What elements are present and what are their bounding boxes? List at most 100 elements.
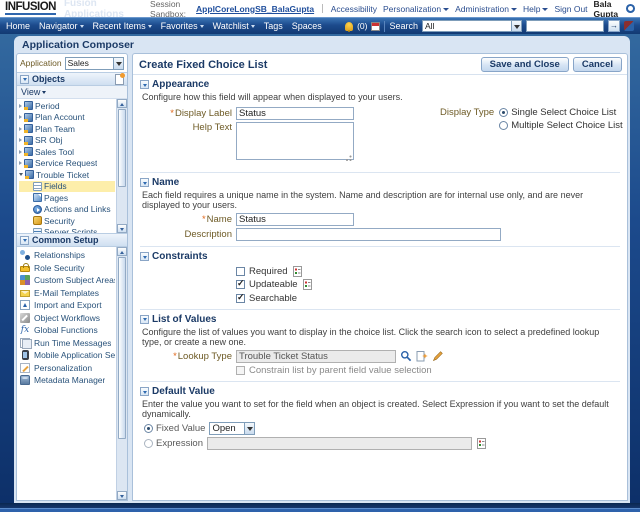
common-setup-role-security[interactable]: Role Security xyxy=(20,262,115,275)
updateable-checkbox[interactable] xyxy=(236,278,245,289)
nav-watchlist[interactable]: Watchlist xyxy=(213,21,255,31)
common-setup-mobile-application-setup[interactable]: Mobile Application Setup xyxy=(20,349,115,362)
tree-item-trouble-ticket[interactable]: Trouble Ticket xyxy=(19,169,115,181)
fixed-value-option[interactable]: Fixed Value xyxy=(144,423,205,434)
tree-item-period[interactable]: Period xyxy=(19,100,115,112)
search-scope-select[interactable]: All xyxy=(422,20,522,32)
expand-icon[interactable] xyxy=(19,126,22,131)
common-setup-custom-subject-areas[interactable]: Custom Subject Areas xyxy=(20,274,115,287)
administration-menu[interactable]: Administration xyxy=(455,4,517,14)
chevron-down-icon xyxy=(79,24,84,28)
tree-item-service-request[interactable]: Service Request xyxy=(19,158,115,170)
view-menu-button[interactable]: View xyxy=(17,86,127,99)
worklist-icon[interactable] xyxy=(371,21,381,31)
common-setup-import-export[interactable]: Import and Export xyxy=(20,299,115,312)
new-object-icon[interactable] xyxy=(115,72,125,85)
tree-item-sr-obj[interactable]: SR Obj xyxy=(19,135,115,147)
nav-tags[interactable]: Tags xyxy=(264,21,283,31)
description-input[interactable] xyxy=(236,228,501,241)
common-setup-object-workflows[interactable]: Object Workflows xyxy=(20,312,115,325)
sign-out-link[interactable]: Sign Out xyxy=(554,4,587,14)
create-lookup-icon[interactable] xyxy=(416,350,428,362)
nav-navigator[interactable]: Navigator xyxy=(39,21,84,31)
scrollbar-thumb[interactable] xyxy=(118,109,126,187)
common-setup-email-templates[interactable]: E-Mail Templates xyxy=(20,287,115,300)
collapse-icon[interactable] xyxy=(140,178,149,187)
scrollbar-thumb[interactable] xyxy=(118,257,126,440)
tree-item-plan-account[interactable]: Plan Account xyxy=(19,112,115,124)
radio-icon[interactable] xyxy=(499,108,509,117)
collapse-expand-icon[interactable] xyxy=(19,173,23,177)
notifications-bell-icon[interactable] xyxy=(345,21,354,32)
object-icon xyxy=(24,112,33,122)
scroll-down-icon[interactable] xyxy=(117,491,127,500)
help-menu[interactable]: Help xyxy=(523,4,549,14)
collapse-icon[interactable] xyxy=(20,235,29,245)
edit-pencil-icon[interactable] xyxy=(432,350,444,362)
display-label-label: Display Label xyxy=(174,108,232,119)
nav-recent-items[interactable]: Recent Items xyxy=(93,21,152,31)
expression-builder-icon[interactable] xyxy=(476,438,487,449)
cancel-button[interactable]: Cancel xyxy=(572,57,622,72)
sandbox-link[interactable]: ApplCoreLongSB_BalaGupta xyxy=(196,4,314,14)
expand-icon[interactable] xyxy=(19,115,22,120)
help-text-input[interactable] xyxy=(236,122,354,160)
scroll-down-icon[interactable] xyxy=(117,224,127,233)
expand-icon[interactable] xyxy=(19,138,22,143)
common-setup-metadata-manager[interactable]: Metadata Manager xyxy=(20,374,115,387)
collapse-icon[interactable] xyxy=(140,314,149,324)
server-scripts-icon xyxy=(33,227,42,233)
display-type-label: Display Type xyxy=(440,107,495,118)
required-checkbox[interactable] xyxy=(236,266,245,276)
tree-item-actions-and-links[interactable]: Actions and Links xyxy=(19,204,115,216)
expand-icon[interactable] xyxy=(19,103,22,108)
section-default-value: Default Value Enter the value you want t… xyxy=(140,381,620,450)
common-setup-run-time-messages[interactable]: Run Time Messages xyxy=(20,337,115,350)
tree-item-pages[interactable]: Pages xyxy=(19,192,115,204)
common-setup-relationships[interactable]: Relationships xyxy=(20,249,115,262)
common-setup-scrollbar[interactable] xyxy=(116,247,127,500)
search-go-button[interactable]: → xyxy=(608,20,620,32)
advanced-search-icon[interactable] xyxy=(624,21,634,31)
multiple-select-option[interactable]: Multiple Select Choice List xyxy=(499,120,623,131)
search-input[interactable] xyxy=(526,20,604,32)
radio-icon[interactable] xyxy=(144,439,153,448)
chevron-down-icon xyxy=(42,90,47,94)
nav-favorites[interactable]: Favorites xyxy=(161,21,204,31)
expand-icon[interactable] xyxy=(19,161,22,166)
collapse-icon[interactable] xyxy=(140,252,149,261)
common-setup-personalization[interactable]: Personalization xyxy=(20,362,115,375)
expression-builder-icon[interactable] xyxy=(292,265,303,277)
save-and-close-button[interactable]: Save and Close xyxy=(480,57,569,72)
radio-icon[interactable] xyxy=(499,121,509,130)
collapse-icon[interactable] xyxy=(140,80,149,89)
nav-spaces[interactable]: Spaces xyxy=(292,21,322,31)
name-input[interactable] xyxy=(236,213,354,226)
expression-builder-icon[interactable] xyxy=(302,279,313,290)
tree-item-sales-tool[interactable]: Sales Tool xyxy=(19,146,115,158)
main-panel: Create Fixed Choice List Save and Close … xyxy=(132,53,628,501)
collapse-icon[interactable] xyxy=(140,387,149,396)
scroll-up-icon[interactable] xyxy=(117,99,127,108)
application-select[interactable]: Sales xyxy=(64,56,124,70)
scroll-up-icon[interactable] xyxy=(117,247,127,256)
common-setup-global-functions[interactable]: fx Global Functions xyxy=(20,324,115,337)
radio-icon[interactable] xyxy=(144,424,153,433)
single-select-option[interactable]: Single Select Choice List xyxy=(499,107,622,118)
tree-item-security[interactable]: Security xyxy=(19,215,115,227)
accessibility-link[interactable]: Accessibility xyxy=(331,4,377,14)
search-lookup-icon[interactable] xyxy=(400,350,412,362)
fixed-value-select[interactable]: Open xyxy=(209,422,256,435)
display-label-input[interactable] xyxy=(236,107,354,120)
searchable-checkbox[interactable] xyxy=(236,292,245,303)
expand-icon[interactable] xyxy=(19,149,22,154)
tree-item-server-scripts[interactable]: Server Scripts xyxy=(19,227,115,233)
application-label: Application xyxy=(20,58,62,68)
nav-home[interactable]: Home xyxy=(6,21,30,31)
tree-scrollbar[interactable] xyxy=(116,99,127,233)
collapse-icon[interactable] xyxy=(20,74,29,84)
expression-option[interactable]: Expression xyxy=(144,438,203,449)
tree-item-fields[interactable]: Fields xyxy=(19,180,115,192)
tree-item-plan-team[interactable]: Plan Team xyxy=(19,123,115,135)
personalization-menu[interactable]: Personalization xyxy=(383,4,450,14)
